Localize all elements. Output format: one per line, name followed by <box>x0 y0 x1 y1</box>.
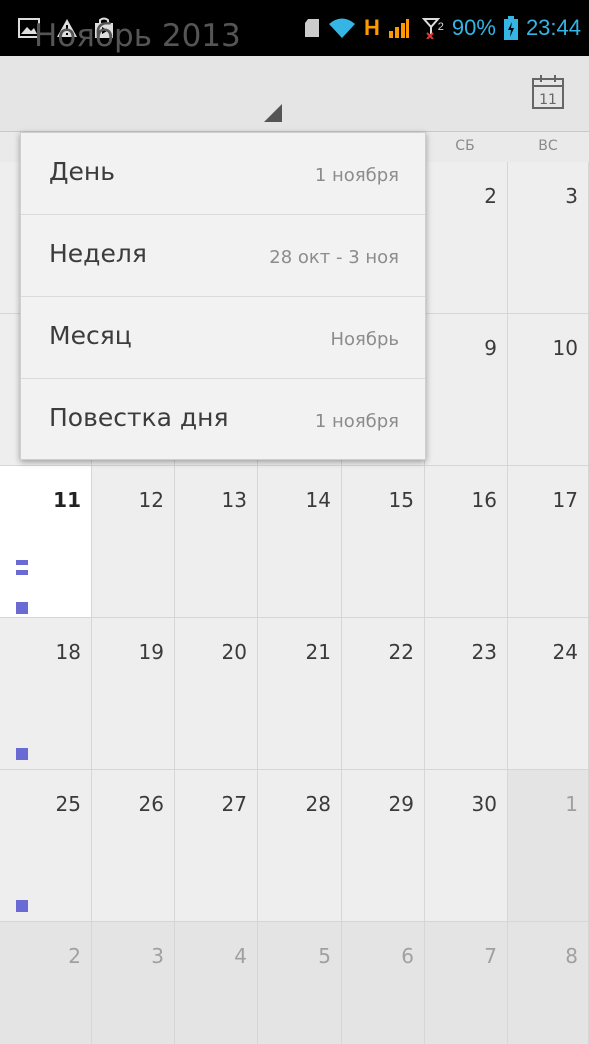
sim2-label: 2 <box>437 21 444 33</box>
day-cell[interactable]: 25 <box>0 770 92 922</box>
event-marker <box>16 560 28 565</box>
day-number: 11 <box>53 488 81 512</box>
day-cell[interactable]: 2 <box>0 922 92 1044</box>
day-cell[interactable]: 1 <box>508 770 589 922</box>
day-cell[interactable]: 9 <box>425 314 508 466</box>
menu-item-month[interactable]: Месяц Ноябрь <box>21 297 425 379</box>
day-cell[interactable]: 21 <box>258 618 342 770</box>
day-cell[interactable]: 29 <box>342 770 425 922</box>
day-number: 27 <box>221 792 247 816</box>
day-cell[interactable]: 11 <box>0 466 92 618</box>
day-cell[interactable]: 16 <box>425 466 508 618</box>
day-number: 29 <box>388 792 414 816</box>
sim2-no-signal-icon: 2 <box>418 17 444 39</box>
clock: 23:44 <box>525 15 581 40</box>
day-cell[interactable]: 3 <box>92 922 175 1044</box>
battery-percent: 90% <box>451 15 496 40</box>
day-number: 5 <box>318 944 331 968</box>
menu-item-label: Неделя <box>49 239 147 268</box>
day-number: 6 <box>401 944 414 968</box>
day-cell[interactable]: 14 <box>258 466 342 618</box>
month-title-dropdown[interactable]: Ноябрь 2013 <box>34 18 241 54</box>
day-cell[interactable]: 12 <box>92 466 175 618</box>
wifi-icon <box>328 17 356 39</box>
day-number: 3 <box>565 184 578 208</box>
menu-item-label: Месяц <box>49 321 132 350</box>
weekday-sat: СБ <box>455 138 475 154</box>
battery-charging-icon <box>503 16 518 40</box>
menu-item-label: Повестка дня <box>49 403 229 432</box>
day-number: 4 <box>234 944 247 968</box>
day-number: 13 <box>221 488 247 512</box>
dropdown-indicator-icon <box>264 104 282 122</box>
menu-item-agenda[interactable]: Повестка дня 1 ноября <box>21 379 425 461</box>
day-cell[interactable]: 30 <box>425 770 508 922</box>
day-cell[interactable]: 6 <box>342 922 425 1044</box>
day-number: 20 <box>221 640 247 664</box>
sd-card-icon <box>304 18 320 38</box>
event-marker <box>16 570 28 575</box>
day-number: 2 <box>484 184 497 208</box>
day-cell[interactable]: 23 <box>425 618 508 770</box>
day-cell[interactable]: 24 <box>508 618 589 770</box>
day-number: 18 <box>55 640 81 664</box>
day-cell[interactable]: 18 <box>0 618 92 770</box>
day-cell[interactable]: 4 <box>175 922 258 1044</box>
day-number: 10 <box>552 336 578 360</box>
menu-item-date: Ноябрь <box>330 329 399 350</box>
day-number: 30 <box>471 792 497 816</box>
day-number: 12 <box>138 488 164 512</box>
day-number: 17 <box>552 488 578 512</box>
today-button[interactable]: 11 <box>531 74 565 110</box>
day-number: 2 <box>68 944 81 968</box>
menu-item-week[interactable]: Неделя 28 окт - 3 ноя <box>21 215 425 297</box>
signal-icon <box>388 17 410 39</box>
day-number: 28 <box>305 792 331 816</box>
day-number: 26 <box>138 792 164 816</box>
day-cell[interactable]: 27 <box>175 770 258 922</box>
day-cell[interactable]: 17 <box>508 466 589 618</box>
day-number: 16 <box>471 488 497 512</box>
day-cell[interactable]: 3 <box>508 162 589 314</box>
menu-item-date: 28 окт - 3 ноя <box>269 247 399 268</box>
event-marker <box>16 900 28 912</box>
day-number: 7 <box>484 944 497 968</box>
day-number: 21 <box>305 640 331 664</box>
day-cell[interactable]: 7 <box>425 922 508 1044</box>
weekday-sun: ВС <box>538 138 558 154</box>
menu-item-date: 1 ноября <box>314 411 399 432</box>
day-cell[interactable]: 8 <box>508 922 589 1044</box>
menu-item-day[interactable]: День 1 ноября <box>21 133 425 215</box>
day-number: 14 <box>305 488 331 512</box>
day-number: 22 <box>388 640 414 664</box>
day-number: 25 <box>55 792 81 816</box>
day-cell[interactable]: 22 <box>342 618 425 770</box>
action-bar <box>0 56 589 132</box>
day-cell[interactable]: 19 <box>92 618 175 770</box>
day-cell[interactable]: 5 <box>258 922 342 1044</box>
day-cell[interactable]: 2 <box>425 162 508 314</box>
day-cell[interactable]: 13 <box>175 466 258 618</box>
event-marker <box>16 602 28 614</box>
day-number: 8 <box>565 944 578 968</box>
day-cell[interactable]: 10 <box>508 314 589 466</box>
day-number: 9 <box>484 336 497 360</box>
today-icon-day: 11 <box>539 92 557 108</box>
day-cell[interactable]: 20 <box>175 618 258 770</box>
network-type-label: H <box>364 15 380 40</box>
day-number: 3 <box>151 944 164 968</box>
calendar-today-icon: 11 <box>532 75 564 109</box>
day-number: 15 <box>388 488 414 512</box>
day-cell[interactable]: 26 <box>92 770 175 922</box>
event-marker <box>16 748 28 760</box>
menu-item-label: День <box>49 157 115 186</box>
day-cell[interactable]: 28 <box>258 770 342 922</box>
menu-item-date: 1 ноября <box>314 165 399 186</box>
day-cell[interactable]: 15 <box>342 466 425 618</box>
view-dropdown-menu: День 1 ноября Неделя 28 окт - 3 ноя Меся… <box>20 132 426 460</box>
day-number: 23 <box>471 640 497 664</box>
day-number: 19 <box>138 640 164 664</box>
day-number: 24 <box>552 640 578 664</box>
day-number: 1 <box>565 792 578 816</box>
